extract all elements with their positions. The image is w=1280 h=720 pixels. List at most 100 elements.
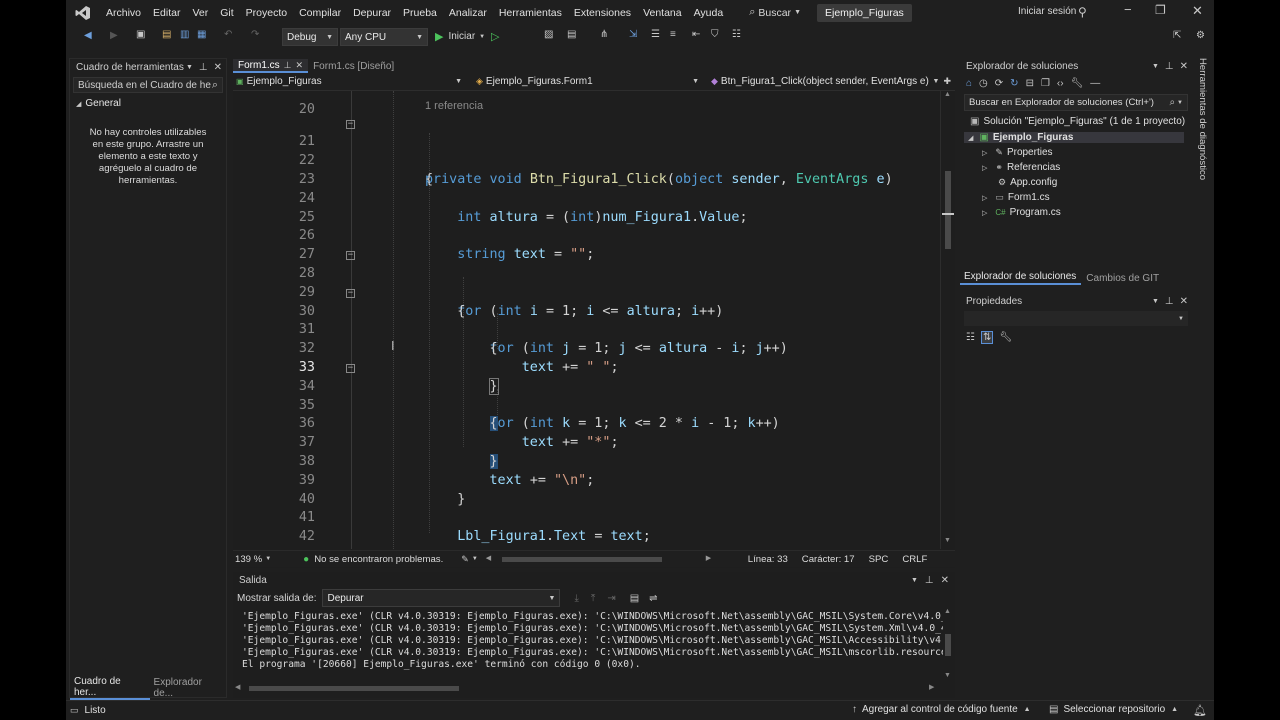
output-action-icon[interactable]: ⤒ (591, 593, 595, 604)
word-wrap-icon[interactable]: ⇌ (649, 593, 657, 604)
solution-search-input[interactable]: Buscar en Explorador de soluciones (Ctrl… (964, 94, 1188, 111)
start-button[interactable]: ▶ Iniciar ▼ (435, 30, 485, 43)
chevron-down-icon[interactable]: ▼ (1152, 63, 1159, 70)
nav-project-dropdown[interactable]: ▣ Ejemplo_Figuras ▼ (236, 76, 462, 87)
menu-analizar[interactable]: Analizar (449, 7, 487, 19)
output-vertical-scrollbar[interactable]: ▲ ▼ (941, 608, 955, 684)
tree-item-properties[interactable]: ▷ ✎ Properties (982, 147, 1053, 158)
properties-object-select[interactable]: ▼ (964, 311, 1188, 326)
editor-horizontal-scrollbar[interactable]: ◀ ▶ (486, 554, 726, 564)
toolbar-icon-g[interactable]: ⇤ (692, 29, 700, 40)
toolbar-icon-a[interactable]: ▨ (544, 29, 553, 40)
menu-depurar[interactable]: Depurar (353, 7, 391, 19)
tree-item-references[interactable]: ▷ ⚭ Referencias (982, 162, 1060, 173)
pending-changes-icon[interactable]: ⟳ (995, 78, 1003, 89)
pin-icon[interactable]: ⊥ (1165, 61, 1174, 72)
close-icon[interactable]: ✕ (1192, 3, 1203, 19)
scroll-down-icon[interactable]: ▼ (944, 672, 951, 679)
nav-class-dropdown[interactable]: ◈ Ejemplo_Figuras.Form1 ▼ (476, 76, 699, 87)
open-icon[interactable]: ▤ (162, 29, 171, 40)
whitespace-indicator[interactable]: SPC (869, 554, 889, 565)
scroll-left-icon[interactable]: ◀ (235, 683, 240, 691)
configuration-select[interactable]: Debug ▼ (282, 28, 338, 46)
output-text[interactable]: 'Ejemplo_Figuras.exe' (CLR v4.0.30319: E… (233, 608, 943, 671)
search-button[interactable]: ⌕ Buscar ▼ (749, 6, 801, 19)
toolbox-group-general[interactable]: ◢ General (70, 96, 226, 111)
add-source-control-button[interactable]: ↑ Agregar al control de código fuente ▲ (852, 704, 1031, 715)
pin-icon[interactable]: ⊥ (284, 60, 292, 71)
sync-icon[interactable]: ↻ (1010, 78, 1018, 89)
minimize-icon[interactable]: − (1124, 2, 1132, 17)
output-action-icon[interactable]: ⤓ (574, 593, 578, 604)
home-icon[interactable]: ⌂ (966, 78, 972, 89)
clear-all-icon[interactable]: ▤ (630, 593, 639, 604)
toolbox-search-input[interactable]: Búsqueda en el Cuadro de he ⌕ (73, 77, 223, 93)
new-item-icon[interactable]: ▣ (136, 29, 145, 40)
scroll-thumb[interactable] (945, 171, 951, 249)
start-without-debug-icon[interactable]: ▷ (491, 30, 499, 43)
scroll-right-icon[interactable]: ▶ (706, 554, 711, 562)
menu-git[interactable]: Git (220, 7, 233, 19)
forward-icon[interactable]: ▶ (110, 30, 118, 41)
menu-compilar[interactable]: Compilar (299, 7, 341, 19)
menu-ventana[interactable]: Ventana (643, 7, 682, 19)
close-icon[interactable]: ✕ (296, 60, 304, 71)
output-horizontal-scrollbar[interactable]: ◀ ▶ (235, 683, 939, 694)
menu-prueba[interactable]: Prueba (403, 7, 437, 19)
hscroll-thumb[interactable] (249, 686, 459, 691)
tree-item-app-config[interactable]: ⚙ App.config (998, 177, 1057, 188)
hscroll-thumb[interactable] (501, 557, 662, 562)
output-action-icon[interactable]: ⇥ (607, 593, 615, 604)
fold-toggle[interactable]: − (346, 119, 355, 129)
show-all-files-icon[interactable]: ❐ (1041, 78, 1050, 89)
pin-icon[interactable]: ⊥ (1165, 296, 1174, 307)
view-code-icon[interactable]: ‹› (1057, 78, 1064, 89)
scroll-down-icon[interactable]: ▼ (944, 537, 951, 544)
chevron-down-icon[interactable]: ▼ (186, 64, 193, 71)
menu-editar[interactable]: Editar (153, 7, 180, 19)
tree-solution-root[interactable]: ▣ Solución "Ejemplo_Figuras" (1 de 1 pro… (970, 116, 1185, 127)
fold-toggle[interactable]: − (346, 364, 355, 373)
brush-icon[interactable]: ✎ (461, 554, 469, 565)
platform-select[interactable]: Any CPU ▼ (340, 28, 428, 46)
issues-status[interactable]: No se encontraron problemas. (314, 554, 443, 565)
scroll-left-icon[interactable]: ◀ (486, 554, 491, 562)
tree-project[interactable]: ◢ ▣ Ejemplo_Figuras (964, 132, 1184, 143)
toolbar-icon-d[interactable]: ⇲ (629, 29, 637, 40)
redo-icon[interactable]: ↷ (251, 29, 259, 40)
editor-vertical-scrollbar[interactable]: ▲ ▼ (940, 91, 954, 549)
menu-extensiones[interactable]: Extensiones (574, 7, 631, 19)
split-icon[interactable]: ✚ (943, 76, 951, 87)
scroll-up-icon[interactable]: ▲ (944, 91, 951, 98)
undo-icon[interactable]: ↶ (224, 29, 232, 40)
signin-link[interactable]: Iniciar sesión (1018, 6, 1076, 17)
output-source-select[interactable]: Depurar ▼ (322, 589, 561, 607)
feedback-icon[interactable]: ⚙ (1196, 30, 1205, 41)
reference-codelens[interactable]: 1 referencia (425, 99, 483, 113)
select-repository-button[interactable]: ▤ Seleccionar repositorio ▲ (1049, 704, 1178, 715)
tab-form1-cs[interactable]: Form1.cs ⊥ ✕ (233, 59, 309, 73)
line-ending-indicator[interactable]: CRLF (902, 554, 927, 565)
chevron-down-icon[interactable]: ▼ (911, 577, 918, 584)
scroll-thumb[interactable] (945, 634, 951, 656)
tab-solution-explorer-short[interactable]: Explorador de... (150, 677, 228, 699)
tab-form1-design[interactable]: Form1.cs [Diseño] (308, 59, 399, 73)
close-icon[interactable]: ✕ (941, 575, 949, 586)
preview-icon[interactable]: — (1090, 78, 1100, 89)
menu-ayuda[interactable]: Ayuda (694, 7, 724, 19)
toolbar-icon-h[interactable]: ☷ (732, 29, 741, 40)
account-icon[interactable]: ⚲ (1078, 5, 1087, 19)
scroll-right-icon[interactable]: ▶ (929, 683, 934, 691)
menu-proyecto[interactable]: Proyecto (246, 7, 287, 19)
back-icon[interactable]: ◀ (84, 30, 92, 41)
diagnostics-side-tab[interactable]: Herramientas de diagnóstico (1194, 58, 1212, 188)
close-icon[interactable]: ✕ (1180, 61, 1188, 72)
tree-item-program[interactable]: ▷ C# Program.cs (982, 207, 1061, 218)
notifications-icon[interactable]: 🔔︎ (1193, 704, 1207, 717)
toolbar-icon-c[interactable]: ⋔ (600, 29, 608, 40)
close-icon[interactable]: ✕ (1180, 296, 1188, 307)
switch-view-icon[interactable]: ◷ (979, 78, 988, 89)
tab-solution-explorer[interactable]: Explorador de soluciones (960, 271, 1082, 285)
line-indicator[interactable]: Línea: 33 (748, 554, 788, 565)
bookmark-icon[interactable]: ⛉ (711, 29, 719, 40)
